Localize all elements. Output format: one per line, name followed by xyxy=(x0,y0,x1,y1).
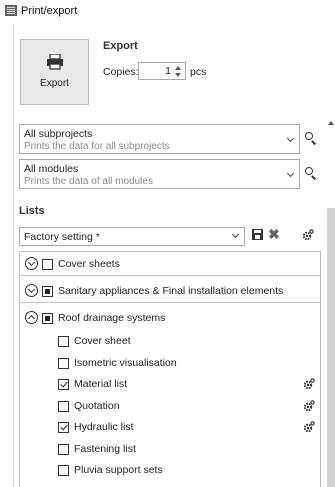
copies-label: Copies: xyxy=(103,66,139,78)
title-bar: Print/export xyxy=(0,0,335,24)
spin-down-icon[interactable] xyxy=(175,73,181,77)
collapse-chevron-icon[interactable] xyxy=(25,311,38,324)
group-label: Sanitary appliances & Final installation… xyxy=(58,285,284,297)
expand-chevron-icon[interactable] xyxy=(25,284,38,297)
printer-icon xyxy=(47,54,63,70)
group-checkbox[interactable] xyxy=(42,259,53,270)
preset-select[interactable]: Factory setting * xyxy=(19,227,245,246)
search-modules-icon[interactable] xyxy=(305,167,317,180)
item-label: Fastening list xyxy=(74,443,136,455)
list-item-hydraulic-list[interactable]: Hydraulic list xyxy=(20,416,320,438)
subproject-select-value: All subprojects xyxy=(24,128,93,140)
lists-heading: Lists xyxy=(19,205,45,217)
module-select[interactable]: All modules Prints the data of all modul… xyxy=(19,159,300,189)
search-subprojects-icon[interactable] xyxy=(305,132,317,145)
list-item-pluvia-support-sets[interactable]: Pluvia support sets xyxy=(20,459,320,481)
material-list-settings-gear-icon[interactable] xyxy=(303,378,315,390)
export-button[interactable]: Export xyxy=(20,39,89,105)
item-label: Pluvia support sets xyxy=(74,464,163,476)
item-checkbox[interactable] xyxy=(58,401,69,412)
chevron-down-icon xyxy=(231,230,240,239)
item-checkbox[interactable] xyxy=(58,336,69,347)
export-heading: Export xyxy=(103,40,138,52)
item-checkbox[interactable] xyxy=(58,422,69,433)
item-checkbox[interactable] xyxy=(58,444,69,455)
group-label: Cover sheets xyxy=(58,258,120,270)
copies-value[interactable]: 1 xyxy=(165,65,171,77)
item-checkbox[interactable] xyxy=(58,379,69,390)
group-row-roof-drainage[interactable]: Roof drainage systems xyxy=(20,307,320,329)
list-item-material-list[interactable]: Material list xyxy=(20,373,320,395)
expand-chevron-icon[interactable] xyxy=(25,257,38,270)
hydraulic-list-settings-gear-icon[interactable] xyxy=(303,421,315,433)
spin-buttons[interactable] xyxy=(175,64,183,78)
scrollbar-thumb[interactable] xyxy=(327,208,335,487)
list-item-isometric-visualisation[interactable]: Isometric visualisation xyxy=(20,352,320,374)
group-label: Roof drainage systems xyxy=(58,312,166,324)
delete-icon[interactable]: ✖ xyxy=(268,227,280,241)
module-select-value: All modules xyxy=(24,163,79,175)
scroll-up-arrow-icon[interactable] xyxy=(328,121,334,125)
item-label: Material list xyxy=(74,378,128,390)
item-checkbox[interactable] xyxy=(58,358,69,369)
list-item-fastening-list[interactable]: Fastening list xyxy=(20,438,320,460)
export-button-label: Export xyxy=(40,78,69,89)
subproject-select-description: Prints the data for all subprojects xyxy=(24,141,170,152)
spin-up-icon[interactable] xyxy=(175,66,181,70)
copies-unit: pcs xyxy=(190,66,207,78)
save-icon[interactable] xyxy=(252,229,263,240)
list-item-quotation[interactable]: Quotation xyxy=(20,395,320,417)
preset-settings-gear-icon[interactable] xyxy=(302,229,314,241)
window-title: Print/export xyxy=(21,5,78,17)
item-label: Quotation xyxy=(74,400,120,412)
chevron-down-icon xyxy=(286,134,295,143)
chevron-down-icon xyxy=(286,169,295,178)
item-checkbox[interactable] xyxy=(58,465,69,476)
item-label: Isometric visualisation xyxy=(74,357,177,369)
table-icon xyxy=(5,5,17,16)
item-label: Cover sheet xyxy=(74,335,131,347)
subproject-select[interactable]: All subprojects Prints the data for all … xyxy=(19,124,300,154)
module-select-description: Prints the data of all modules xyxy=(24,176,153,187)
quotation-settings-gear-icon[interactable] xyxy=(303,400,315,412)
group-row-sanitary-appliances[interactable]: Sanitary appliances & Final installation… xyxy=(20,280,320,303)
lists-tree: Cover sheets Sanitary appliances & Final… xyxy=(19,251,321,487)
group-checkbox[interactable] xyxy=(42,313,53,324)
list-item-cover-sheet[interactable]: Cover sheet xyxy=(20,330,320,352)
group-row-cover-sheets[interactable]: Cover sheets xyxy=(20,253,320,276)
copies-stepper[interactable]: 1 xyxy=(138,62,186,80)
item-label: Hydraulic list xyxy=(74,421,134,433)
preset-select-value: Factory setting * xyxy=(24,231,100,243)
group-checkbox[interactable] xyxy=(42,286,53,297)
